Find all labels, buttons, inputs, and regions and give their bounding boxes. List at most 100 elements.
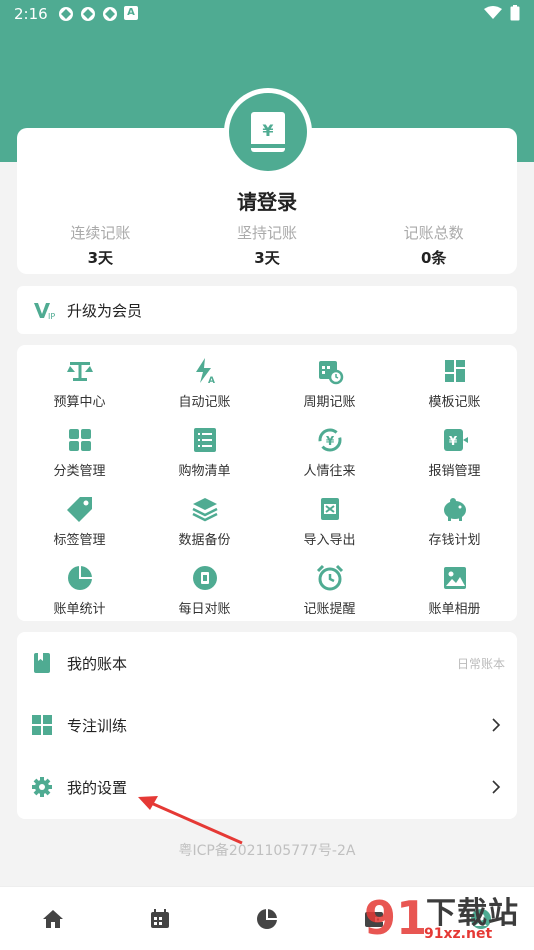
grid-item-album[interactable]: 账单相册 <box>392 562 517 631</box>
stat-consecutive-days: 连续记账 3天 <box>17 222 184 268</box>
lightning-icon: A <box>195 358 215 385</box>
reconcile-icon <box>192 566 217 590</box>
grid-item-statistics[interactable]: 账单统计 <box>17 562 142 631</box>
grid-item-template[interactable]: 模板记账 <box>392 355 517 424</box>
grid-label: 存钱计划 <box>428 533 481 548</box>
grid-label: 数据备份 <box>178 533 231 548</box>
svg-text:IP: IP <box>48 312 55 321</box>
calendar-icon <box>151 908 170 928</box>
wifi-icon <box>484 6 502 19</box>
list-icon <box>193 428 216 452</box>
grid-label: 导入导出 <box>303 533 356 548</box>
grid-label: 报销管理 <box>428 464 481 479</box>
vip-label: 升级为会员 <box>67 301 143 320</box>
grid-label: 每日对账 <box>178 602 231 617</box>
grid-item-import-export[interactable]: 导入导出 <box>267 493 392 562</box>
upgrade-vip-row[interactable]: IP 升级为会员 <box>17 286 517 334</box>
grid-item-reminder[interactable]: 记账提醒 <box>267 562 392 631</box>
grid-item-reimburse[interactable]: ¥ 报销管理 <box>392 424 517 493</box>
grid-item-budget[interactable]: 预算中心 <box>17 355 142 424</box>
grid-label: 购物清单 <box>178 464 231 479</box>
feature-grid: 预算中心 A 自动记账 周期记账 模板记账 分类管理 购物清单 ¥ 人情往来 ¥ <box>17 345 517 621</box>
grid-label: 标签管理 <box>53 533 106 548</box>
stat-total-records: 记账总数 0条 <box>350 222 517 268</box>
alarm-clock-icon <box>316 564 343 591</box>
menu-list: 我的账本 日常账本 专注训练 我的设置 <box>17 632 517 819</box>
nav-statistics[interactable] <box>214 887 321 950</box>
pie-chart-icon <box>67 566 92 590</box>
ledger-book-icon: ¥ <box>251 112 285 152</box>
app-notification-icon <box>103 7 117 21</box>
grid-item-savings[interactable]: 存钱计划 <box>392 493 517 562</box>
grid-item-tags[interactable]: 标签管理 <box>17 493 142 562</box>
scale-icon <box>66 362 93 381</box>
grid-label: 周期记账 <box>303 395 356 410</box>
grid-item-shopping[interactable]: 购物清单 <box>142 424 267 493</box>
stat-label: 记账总数 <box>403 224 464 242</box>
category-icon <box>68 429 91 451</box>
nav-calendar[interactable] <box>107 887 214 950</box>
stat-label: 连续记账 <box>70 224 131 242</box>
menu-label: 专注训练 <box>67 716 128 735</box>
grid-item-reconcile[interactable]: 每日对账 <box>142 562 267 631</box>
tag-icon <box>66 497 92 522</box>
home-icon <box>43 909 64 928</box>
stat-value: 3天 <box>87 249 114 267</box>
svg-text:¥: ¥ <box>448 434 457 448</box>
grid-label: 分类管理 <box>53 464 106 479</box>
layers-icon <box>191 498 218 522</box>
menu-item-my-books[interactable]: 我的账本 日常账本 <box>17 632 517 694</box>
stat-value: 3天 <box>254 249 280 267</box>
image-icon <box>443 567 466 589</box>
a-notification-icon: A <box>124 6 138 20</box>
piggy-bank-icon <box>443 498 466 521</box>
grid-squares-icon <box>32 715 52 735</box>
current-book-value: 日常账本 <box>456 656 505 671</box>
svg-text:91: 91 <box>364 891 424 945</box>
excel-icon <box>320 498 339 520</box>
pie-chart-icon <box>256 908 277 929</box>
stat-label: 坚持记账 <box>237 224 298 242</box>
menu-item-focus-training[interactable]: 专注训练 <box>17 694 517 756</box>
grid-label: 模板记账 <box>428 395 481 410</box>
menu-item-settings[interactable]: 我的设置 <box>17 756 517 818</box>
svg-text:A: A <box>208 376 215 385</box>
watermark-logo-icon: 91 <box>364 891 424 945</box>
site-watermark: 91 下载站 91xz.net <box>360 884 530 948</box>
chevron-right-icon <box>492 780 501 794</box>
watermark-url: 91xz.net <box>424 926 493 942</box>
grid-label: 账单相册 <box>428 602 481 617</box>
status-bar: 2:16 A <box>0 0 534 28</box>
gear-icon <box>32 777 52 797</box>
grid-item-cycle[interactable]: 周期记账 <box>267 355 392 424</box>
calendar-cycle-icon <box>318 361 343 385</box>
grid-label: 账单统计 <box>53 602 106 617</box>
status-time: 2:16 <box>14 5 48 23</box>
nav-home[interactable] <box>0 887 107 950</box>
battery-icon <box>510 5 520 21</box>
book-icon <box>34 653 50 673</box>
app-notification-icon <box>81 7 95 21</box>
grid-item-category[interactable]: 分类管理 <box>17 424 142 493</box>
grid-label: 记账提醒 <box>303 602 356 617</box>
grid-label: 自动记账 <box>178 395 231 410</box>
app-notification-icon <box>59 7 73 21</box>
grid-label: 人情往来 <box>303 464 356 479</box>
avatar[interactable]: ¥ <box>224 88 312 176</box>
svg-text:¥: ¥ <box>262 121 273 140</box>
template-icon <box>444 360 465 382</box>
grid-item-auto[interactable]: A 自动记账 <box>142 355 267 424</box>
grid-item-gifts[interactable]: ¥ 人情往来 <box>267 424 392 493</box>
reimburse-icon: ¥ <box>443 429 468 451</box>
menu-label: 我的账本 <box>67 654 128 673</box>
stats-row: 连续记账 3天 坚持记账 3天 记账总数 0条 <box>17 222 517 268</box>
icp-license: 粤ICP备2021105777号-2A <box>178 843 356 859</box>
exchange-icon: ¥ <box>318 428 341 452</box>
stat-value: 0条 <box>420 249 447 267</box>
login-prompt[interactable]: 请登录 <box>17 186 517 215</box>
svg-text:¥: ¥ <box>325 434 334 448</box>
grid-item-backup[interactable]: 数据备份 <box>142 493 267 562</box>
grid-label: 预算中心 <box>53 395 106 410</box>
menu-label: 我的设置 <box>67 778 128 797</box>
chevron-right-icon <box>492 718 501 732</box>
